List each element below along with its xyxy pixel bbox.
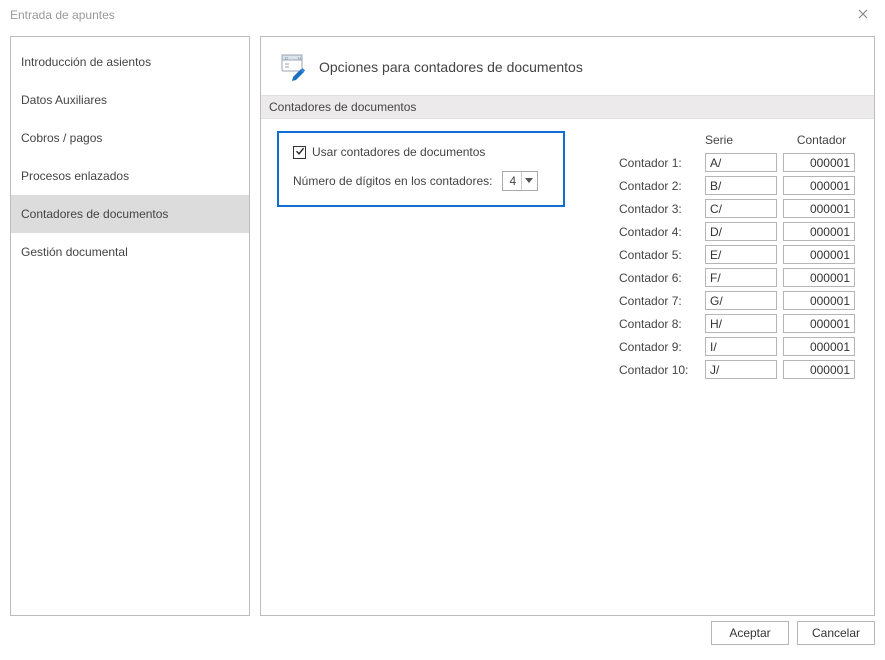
sidebar-item-label: Gestión documental [21, 245, 128, 259]
serie-input[interactable] [705, 314, 777, 333]
main-header: D H Opciones para contadores de document… [275, 49, 860, 95]
counter-row-label: Contador 3: [619, 202, 699, 216]
contador-input[interactable] [783, 222, 855, 241]
page-title: Opciones para contadores de documentos [319, 59, 583, 75]
svg-text:H: H [298, 56, 301, 61]
contador-input[interactable] [783, 337, 855, 356]
counter-row-label: Contador 8: [619, 317, 699, 331]
close-icon [858, 8, 868, 22]
cancel-label: Cancelar [812, 626, 860, 640]
contador-input[interactable] [783, 176, 855, 195]
serie-input[interactable] [705, 291, 777, 310]
sidebar-item-procesos-enlazados[interactable]: Procesos enlazados [11, 157, 249, 195]
counter-row-label: Contador 5: [619, 248, 699, 262]
table-row: Contador 5: [619, 245, 860, 264]
table-row: Contador 2: [619, 176, 860, 195]
header-serie: Serie [705, 133, 783, 147]
sidebar-item-gestion-documental[interactable]: Gestión documental [11, 233, 249, 271]
table-row: Contador 7: [619, 291, 860, 310]
dialog-window: Entrada de apuntes Introducción de asien… [0, 0, 885, 660]
serie-input[interactable] [705, 245, 777, 264]
digits-dropdown[interactable]: 4 [502, 171, 538, 191]
cancel-button[interactable]: Cancelar [797, 621, 875, 645]
dialog-footer: Aceptar Cancelar [0, 616, 885, 660]
sidebar-item-introduccion-asientos[interactable]: Introducción de asientos [11, 43, 249, 81]
accept-button[interactable]: Aceptar [711, 621, 789, 645]
counter-row-label: Contador 2: [619, 179, 699, 193]
contador-input[interactable] [783, 360, 855, 379]
sidebar-item-label: Cobros / pagos [21, 131, 102, 145]
table-row: Contador 3: [619, 199, 860, 218]
window-title: Entrada de apuntes [10, 8, 115, 22]
check-icon [295, 145, 305, 159]
chevron-down-icon [521, 172, 535, 190]
counters-table: Serie Contador Contador 1:Contador 2:Con… [619, 133, 860, 383]
serie-input[interactable] [705, 199, 777, 218]
main-panel: D H Opciones para contadores de document… [260, 36, 875, 616]
sidebar-item-contadores-documentos[interactable]: Contadores de documentos [11, 195, 249, 233]
serie-input[interactable] [705, 268, 777, 287]
counter-row-label: Contador 9: [619, 340, 699, 354]
body-area: Introducción de asientos Datos Auxiliare… [0, 30, 885, 616]
counter-row-label: Contador 10: [619, 363, 699, 377]
sidebar-item-label: Introducción de asientos [21, 55, 151, 69]
counters-table-body: Contador 1: Contador 2: Contador 3: Contado… [619, 153, 860, 379]
serie-input[interactable] [705, 153, 777, 172]
contador-input[interactable] [783, 291, 855, 310]
counter-row-label: Contador 7: [619, 294, 699, 308]
contador-input[interactable] [783, 199, 855, 218]
contador-input[interactable] [783, 268, 855, 287]
serie-input[interactable] [705, 222, 777, 241]
document-options-icon: D H [279, 53, 307, 81]
titlebar: Entrada de apuntes [0, 0, 885, 30]
table-row: Contador 8: [619, 314, 860, 333]
serie-input[interactable] [705, 337, 777, 356]
digits-row: Número de dígitos en los contadores: 4 [293, 171, 549, 191]
table-row: Contador 1: [619, 153, 860, 172]
contador-input[interactable] [783, 314, 855, 333]
sidebar-item-cobros-pagos[interactable]: Cobros / pagos [11, 119, 249, 157]
use-counters-row: Usar contadores de documentos [293, 145, 549, 159]
section-label: Contadores de documentos [261, 95, 874, 119]
digits-label: Número de dígitos en los contadores: [293, 174, 492, 188]
content-row: Usar contadores de documentos Número de … [275, 131, 860, 383]
sidebar-item-datos-auxiliares[interactable]: Datos Auxiliares [11, 81, 249, 119]
serie-input[interactable] [705, 176, 777, 195]
table-row: Contador 6: [619, 268, 860, 287]
sidebar: Introducción de asientos Datos Auxiliare… [10, 36, 250, 616]
table-row: Contador 9: [619, 337, 860, 356]
header-contador: Contador [783, 133, 860, 147]
use-counters-checkbox[interactable] [293, 146, 306, 159]
accept-label: Aceptar [729, 626, 770, 640]
use-counters-label: Usar contadores de documentos [312, 145, 485, 159]
serie-input[interactable] [705, 360, 777, 379]
contador-input[interactable] [783, 245, 855, 264]
digits-value: 4 [509, 174, 516, 188]
close-button[interactable] [849, 4, 877, 26]
counter-row-label: Contador 1: [619, 156, 699, 170]
table-row: Contador 4: [619, 222, 860, 241]
contador-input[interactable] [783, 153, 855, 172]
sidebar-item-label: Procesos enlazados [21, 169, 129, 183]
table-row: Contador 10: [619, 360, 860, 379]
sidebar-item-label: Datos Auxiliares [21, 93, 107, 107]
sidebar-item-label: Contadores de documentos [21, 207, 168, 221]
counters-table-header: Serie Contador [619, 133, 860, 147]
svg-text:D: D [285, 56, 288, 61]
option-box: Usar contadores de documentos Número de … [277, 131, 565, 207]
counter-row-label: Contador 6: [619, 271, 699, 285]
counter-row-label: Contador 4: [619, 225, 699, 239]
